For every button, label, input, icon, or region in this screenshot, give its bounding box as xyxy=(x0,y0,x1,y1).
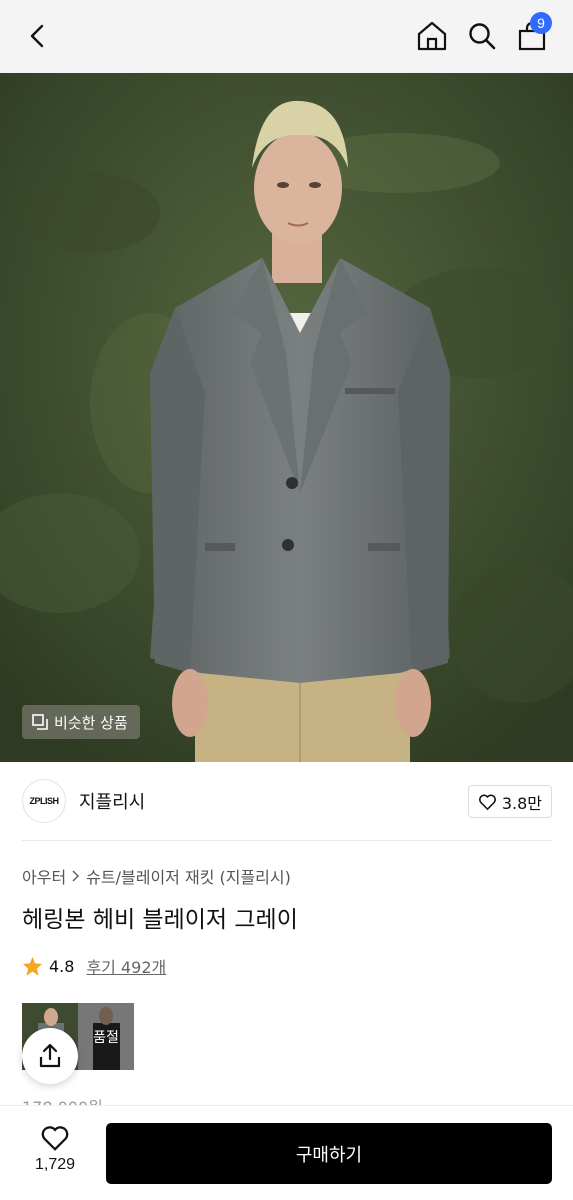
rating-row: 4.8 후기 492개 xyxy=(22,954,166,978)
search-button[interactable] xyxy=(460,14,504,58)
rating-value: 4.8 xyxy=(49,956,75,976)
review-count-link[interactable]: 후기 492개 xyxy=(86,954,166,978)
product-title: 헤링본 헤비 블레이저 그레이 xyxy=(22,907,298,933)
search-icon xyxy=(469,23,496,50)
heart-icon xyxy=(478,793,496,810)
breadcrumb: 아우터 슈트/블레이저 재킷 (지플리시) xyxy=(22,864,291,888)
wishlist-count: 1,729 xyxy=(34,1156,76,1173)
brand-row: ZPLISH 지플리시 3.8만 xyxy=(22,778,552,824)
wishlist-button[interactable]: 1,729 xyxy=(22,1124,88,1188)
cart-count-badge: 9 xyxy=(530,12,552,34)
back-icon xyxy=(30,24,44,48)
breadcrumb-subcategory[interactable]: 슈트/블레이저 재킷 (지플리시) xyxy=(86,864,291,888)
product-image[interactable]: 비슷한 상품 xyxy=(0,73,573,762)
buy-button[interactable]: 구매하기 xyxy=(106,1123,552,1184)
similar-products-button[interactable]: 비슷한 상품 xyxy=(22,705,140,739)
chevron-right-icon xyxy=(72,870,80,882)
back-button[interactable] xyxy=(16,14,60,58)
brand-like-button[interactable]: 3.8만 xyxy=(467,785,552,818)
share-button[interactable] xyxy=(22,1028,78,1084)
star-icon xyxy=(22,956,43,976)
cart-button[interactable]: 9 xyxy=(510,12,554,58)
heart-outline-icon xyxy=(41,1126,69,1151)
share-icon xyxy=(39,1043,61,1068)
breadcrumb-category[interactable]: 아우터 xyxy=(22,864,66,888)
divider xyxy=(22,840,552,841)
color-option-thumb-soldout[interactable]: 품절 xyxy=(78,1003,134,1070)
brand-logo[interactable]: ZPLISH xyxy=(22,779,66,823)
similar-items-icon xyxy=(32,714,48,730)
product-photo xyxy=(0,73,573,762)
brand-like-count: 3.8만 xyxy=(501,793,542,813)
top-navigation-bar: 9 xyxy=(0,0,573,73)
soldout-label: 품절 xyxy=(93,1030,119,1046)
similar-products-label: 비슷한 상품 xyxy=(54,713,128,732)
home-button[interactable] xyxy=(410,14,454,58)
bottom-action-bar: 1,729 구매하기 xyxy=(0,1106,573,1200)
home-icon xyxy=(417,21,447,51)
brand-name[interactable]: 지플리시 xyxy=(79,788,145,814)
